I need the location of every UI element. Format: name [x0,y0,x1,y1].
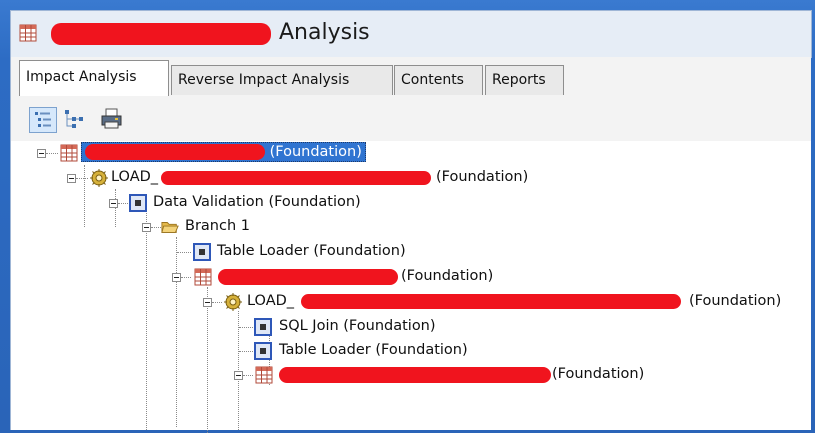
collapse-toggle[interactable] [67,174,76,183]
impact-tree[interactable]: (Foundation) LOAD_ (Foundation) Data Val… [11,141,811,433]
tree-node[interactable]: (Foundation) [11,265,811,289]
tree-node[interactable]: LOAD_ (Foundation) [11,290,811,314]
transform-node-icon [193,243,211,261]
redacted-name [85,144,265,160]
main-panel: Impact Analysis Reverse Impact Analysis … [10,57,811,433]
tree-node[interactable]: Table Loader (Foundation) [11,240,811,264]
tree-node[interactable]: Branch 1 [11,215,811,239]
tree-node[interactable]: SQL Join (Foundation) [11,315,811,339]
collapse-toggle[interactable] [172,273,181,282]
transform-node-icon [254,318,272,336]
tree-node-label[interactable]: Table Loader (Foundation) [217,243,406,259]
tree-node-label[interactable]: LOAD_ [111,169,158,185]
tree-node-label[interactable]: LOAD_ [247,293,294,309]
tree-node-label[interactable]: (Foundation) [81,142,366,162]
tree-node-label[interactable]: (Foundation) [401,268,493,284]
job-gear-icon [90,169,108,187]
tree-node-label[interactable]: (Foundation) [552,366,644,382]
redacted-name [161,171,431,185]
analysis-window: Analysis Impact Analysis Reverse Impact … [0,0,815,433]
transform-node-icon [129,194,147,212]
table-grid-icon [60,144,78,162]
tree-view-button[interactable] [29,107,57,133]
tab-strip: Impact Analysis Reverse Impact Analysis … [11,57,811,98]
tree-node[interactable]: (Foundation) [11,363,811,387]
collapse-toggle[interactable] [203,298,212,307]
tab-reports[interactable]: Reports [485,65,564,95]
diagram-view-icon [65,110,83,128]
table-grid-icon [19,24,37,42]
collapse-toggle[interactable] [234,371,243,380]
tree-node-suffix: (Foundation) [436,169,529,185]
job-gear-icon [224,293,242,311]
toolbar [11,97,811,142]
tab-contents[interactable]: Contents [394,65,483,95]
transform-node-icon [254,342,272,360]
window-title: Analysis [279,20,370,45]
tree-node-label[interactable]: Data Validation (Foundation) [153,194,361,210]
tab-impact-analysis[interactable]: Impact Analysis [19,60,169,96]
tree-node-label[interactable]: Branch 1 [185,218,250,234]
redacted-name [218,269,398,285]
collapse-toggle[interactable] [37,149,46,158]
print-button[interactable] [99,107,127,133]
collapse-toggle[interactable] [109,199,118,208]
tree-node[interactable]: Data Validation (Foundation) [11,191,811,215]
tree-node[interactable]: Table Loader (Foundation) [11,339,811,363]
tree-node-suffix: (Foundation) [689,293,782,309]
tree-node-label[interactable]: SQL Join (Foundation) [279,318,436,334]
window-title-bar[interactable]: Analysis [10,10,812,58]
tree-node-label[interactable]: Table Loader (Foundation) [279,342,468,358]
tree-view-icon [35,112,51,127]
print-icon [101,108,122,129]
tab-reverse-impact-analysis[interactable]: Reverse Impact Analysis [171,65,393,95]
redacted-name [279,367,551,383]
tree-node[interactable]: LOAD_ (Foundation) [11,166,811,190]
folder-open-icon [161,222,179,233]
table-grid-icon [255,366,273,384]
redacted-name [51,23,271,45]
collapse-toggle[interactable] [142,223,151,232]
redacted-name [301,294,681,309]
diagram-view-button[interactable] [61,107,89,133]
tree-node[interactable]: (Foundation) [11,141,811,165]
table-grid-icon [194,268,212,286]
